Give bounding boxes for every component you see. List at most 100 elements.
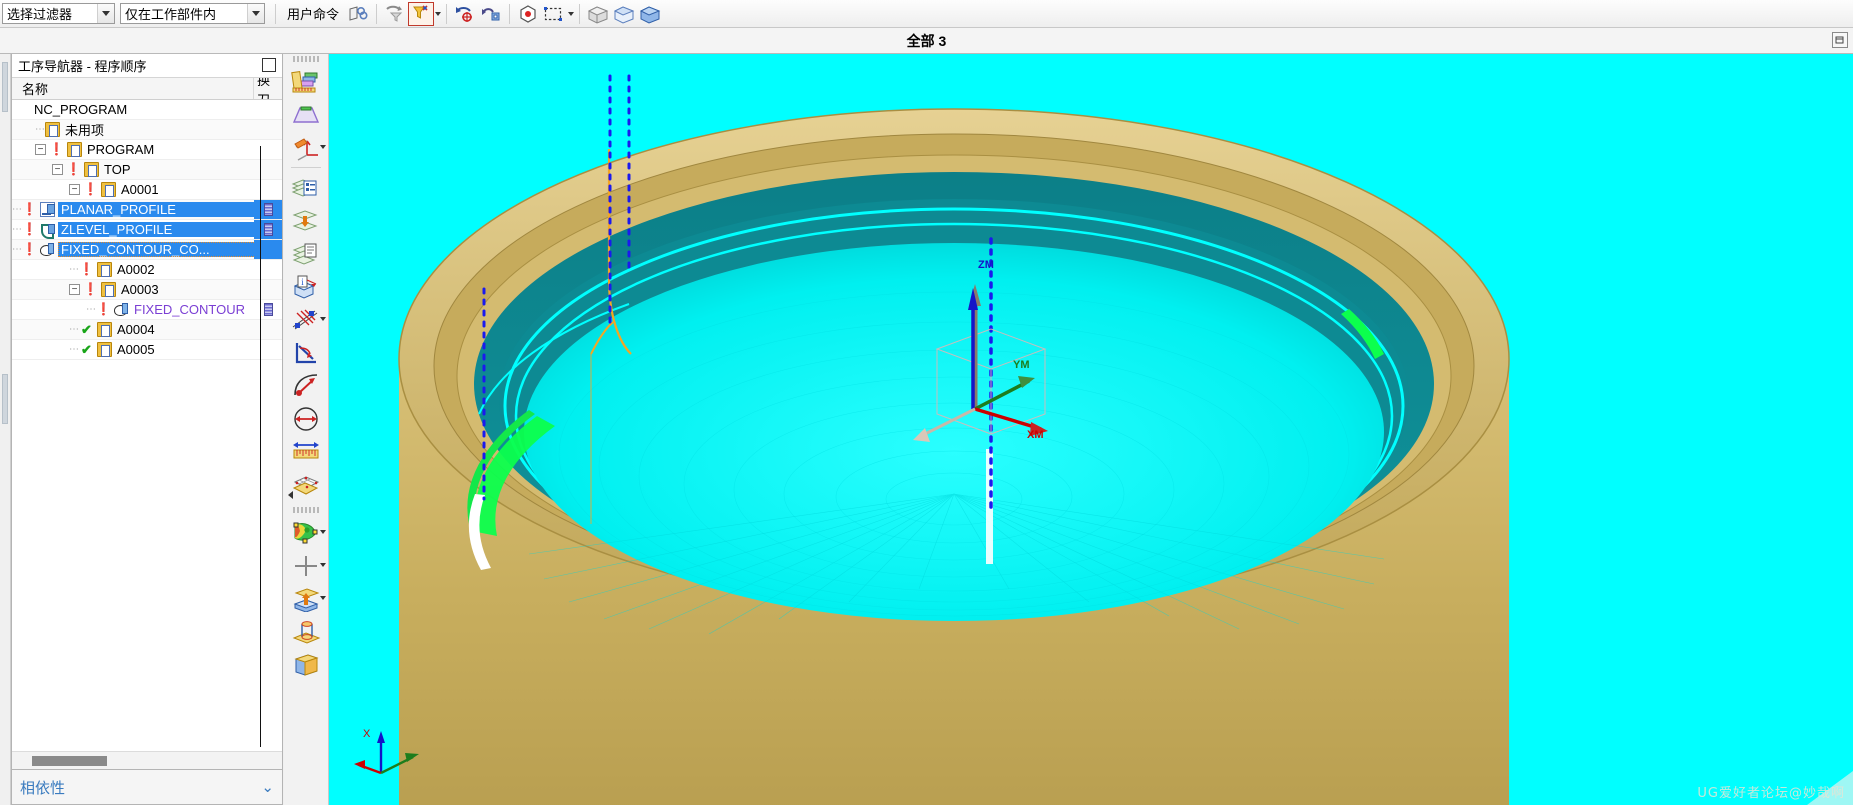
tree-column-splitter[interactable]	[260, 146, 261, 747]
toolbar-grip[interactable]	[293, 507, 319, 513]
tree-row[interactable]: ⋯ ❗ PLANAR_PROFILE	[12, 200, 282, 220]
tree-row-toolchange-cell	[254, 280, 282, 299]
chevron-down-icon[interactable]	[435, 11, 442, 16]
operation-tree[interactable]: NC_PROGRAM ⋯ 未用项 − ❗ PROGRAM − ❗ TOP − ❗ A0001 ⋯ ❗ PLA…	[12, 100, 282, 769]
tree-row[interactable]: − ❗ A0003	[12, 280, 282, 300]
chevron-down-icon[interactable]	[319, 563, 326, 567]
analysis-face-icon[interactable]	[284, 516, 329, 549]
hex-point-icon[interactable]	[515, 2, 541, 26]
angle-measure-icon[interactable]	[284, 336, 329, 369]
tree-connector: ⋯	[69, 264, 79, 275]
tree-connector: ⋯	[86, 304, 96, 315]
op-contour-icon	[40, 242, 55, 257]
tool-change-icon	[263, 203, 273, 216]
taper-face-icon[interactable]	[284, 98, 329, 131]
chevron-down-icon[interactable]	[97, 4, 114, 23]
chevron-down-icon[interactable]	[247, 4, 264, 23]
tree-row[interactable]: ⋯ ❗ FIXED_CONTOUR_CO...	[12, 240, 282, 260]
distance-measure-icon[interactable]	[284, 435, 329, 468]
tree-row[interactable]: ⋯ ❗ ZLEVEL_PROFILE	[12, 220, 282, 240]
cylinder-icon[interactable]	[284, 615, 329, 648]
window-restore-icon[interactable]	[1832, 32, 1848, 48]
op-contour-icon	[114, 302, 129, 317]
arc-measure-icon[interactable]	[284, 369, 329, 402]
tree-row-toolchange-cell	[254, 100, 282, 119]
copy-to-layer-icon[interactable]	[284, 237, 329, 270]
user-command-label: 用户命令	[287, 7, 340, 22]
status-warning-icon: ❗	[22, 202, 37, 216]
chevron-down-icon[interactable]	[568, 11, 575, 16]
column-header-toolchange[interactable]: 换刀	[254, 78, 282, 99]
smooth-curve-icon[interactable]	[284, 303, 329, 336]
solid-body-icon[interactable]	[585, 2, 611, 26]
diameter-measure-icon[interactable]	[284, 402, 329, 435]
extrude-icon[interactable]	[284, 582, 329, 615]
tree-row[interactable]: − ❗ TOP	[12, 160, 282, 180]
tree-horizontal-scrollbar[interactable]	[12, 751, 282, 769]
tree-item-label: 未用项	[65, 123, 105, 138]
tree-row[interactable]: − ❗ PROGRAM	[12, 140, 282, 160]
measure-stack-icon[interactable]	[284, 65, 329, 98]
dock-tab-marker[interactable]	[2, 62, 8, 112]
move-to-layer-icon[interactable]	[284, 204, 329, 237]
tree-connector: ⋯	[69, 344, 79, 355]
tree-expander-icon[interactable]: −	[35, 144, 46, 155]
toolbar-separator	[376, 3, 378, 24]
view-orientation-triad: X	[354, 728, 419, 775]
pin-icon[interactable]	[262, 58, 276, 72]
toolbar-grip[interactable]	[293, 56, 319, 62]
tree-row[interactable]: ⋯ ✔ A0005	[12, 340, 282, 360]
folder-icon	[97, 342, 112, 357]
scope-filter-combo[interactable]: 仅在工作部件内	[120, 3, 265, 24]
tree-expander-icon[interactable]: −	[52, 164, 63, 175]
wireframe-body-icon[interactable]	[611, 2, 637, 26]
filter-undo-icon[interactable]	[382, 2, 408, 26]
scope-filter-value: 仅在工作部件内	[125, 7, 217, 22]
wcs-dynamic-icon[interactable]	[284, 131, 329, 164]
undo-snap-icon[interactable]	[452, 2, 478, 26]
rect-select-icon[interactable]	[541, 2, 567, 26]
select-filter-value: 选择过滤器	[7, 7, 73, 22]
tree-row[interactable]: ⋯ ❗ FIXED_CONTOUR	[12, 300, 282, 320]
tree-row[interactable]: − ❗ A0001	[12, 180, 282, 200]
navigator-title: 工序导航器 - 程序顺序	[18, 59, 147, 74]
overflow-arrow-icon[interactable]	[287, 491, 293, 499]
tree-row[interactable]: ⋯ 未用项	[12, 120, 282, 140]
tree-item-label: ZLEVEL_PROFILE	[58, 222, 282, 237]
chevron-down-icon[interactable]	[319, 317, 326, 321]
reattach-icon[interactable]	[478, 2, 504, 26]
shaded-body-icon[interactable]	[637, 2, 663, 26]
tree-expander-icon[interactable]: −	[69, 284, 80, 295]
view-title-bar: 全部 3	[0, 28, 1853, 54]
status-complete-icon: ✔	[81, 322, 92, 337]
datum-plus-icon[interactable]	[284, 549, 329, 582]
chevron-down-icon[interactable]	[319, 530, 326, 534]
tree-row-toolchange-cell	[254, 260, 282, 279]
folder-icon	[97, 322, 112, 337]
svg-text:X: X	[363, 728, 371, 740]
dock-tab-marker[interactable]	[2, 374, 8, 424]
tree-row-toolchange-cell	[254, 320, 282, 339]
graphics-viewport[interactable]: ZM YM XM X UG爱好者论坛@妙哉啊	[329, 54, 1853, 805]
tree-row[interactable]: NC_PROGRAM	[12, 100, 282, 120]
magnet-filter-icon[interactable]	[408, 1, 435, 26]
layer-settings-icon[interactable]	[284, 171, 329, 204]
surface-mesh-icon[interactable]	[284, 468, 329, 501]
chevron-down-icon[interactable]	[319, 596, 326, 600]
column-header-name[interactable]: 名称	[12, 78, 254, 99]
layer-visible-info-icon[interactable]: i	[284, 270, 329, 303]
op-planar-icon	[40, 202, 55, 217]
tree-row-toolchange-cell	[254, 240, 282, 259]
tree-expander-icon[interactable]: −	[69, 184, 80, 195]
dependencies-panel-header[interactable]: 相依性 ⌄	[11, 770, 283, 805]
block-icon[interactable]	[284, 648, 329, 681]
chevron-down-icon[interactable]	[319, 145, 326, 149]
tree-row[interactable]: ⋯ ✔ A0004	[12, 320, 282, 340]
tree-row[interactable]: ⋯ ❗ A0002	[12, 260, 282, 280]
scrollbar-thumb[interactable]	[32, 756, 107, 766]
select-filter-combo[interactable]: 选择过滤器	[2, 3, 115, 24]
chevron-down-icon[interactable]: ⌄	[261, 778, 274, 796]
tool-change-icon	[263, 303, 273, 316]
status-warning-icon: ❗	[49, 142, 64, 156]
link-part-icon[interactable]	[345, 2, 371, 26]
